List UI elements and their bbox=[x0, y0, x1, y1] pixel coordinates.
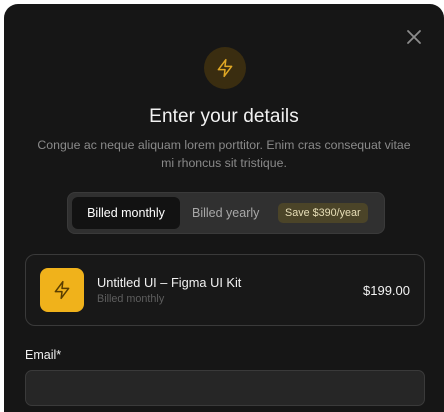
details-modal: Enter your details Congue ac neque aliqu… bbox=[4, 4, 444, 412]
plan-card: Untitled UI – Figma UI Kit Billed monthl… bbox=[25, 254, 425, 326]
header-featured-icon bbox=[204, 47, 246, 89]
billing-toggle: Billed monthly Billed yearly Save $390/y… bbox=[67, 192, 385, 234]
plan-billing: Billed monthly bbox=[97, 293, 165, 305]
billed-monthly-tab[interactable]: Billed monthly bbox=[72, 197, 180, 229]
plan-name: Untitled UI – Figma UI Kit bbox=[97, 275, 242, 290]
email-input[interactable] bbox=[25, 370, 425, 406]
plan-price: $199.00 bbox=[363, 283, 410, 298]
email-label: Email* bbox=[25, 348, 62, 362]
plan-icon-tile bbox=[40, 268, 84, 312]
save-badge: Save $390/year bbox=[278, 203, 368, 223]
modal-title: Enter your details bbox=[149, 106, 299, 127]
modal-subtitle: Congue ac neque aliquam lorem porttitor.… bbox=[37, 138, 411, 170]
billed-yearly-tab[interactable]: Billed yearly bbox=[192, 197, 259, 229]
lightning-icon bbox=[54, 280, 70, 300]
close-icon bbox=[407, 30, 421, 44]
lightning-icon bbox=[217, 58, 233, 78]
close-button[interactable] bbox=[403, 26, 425, 48]
